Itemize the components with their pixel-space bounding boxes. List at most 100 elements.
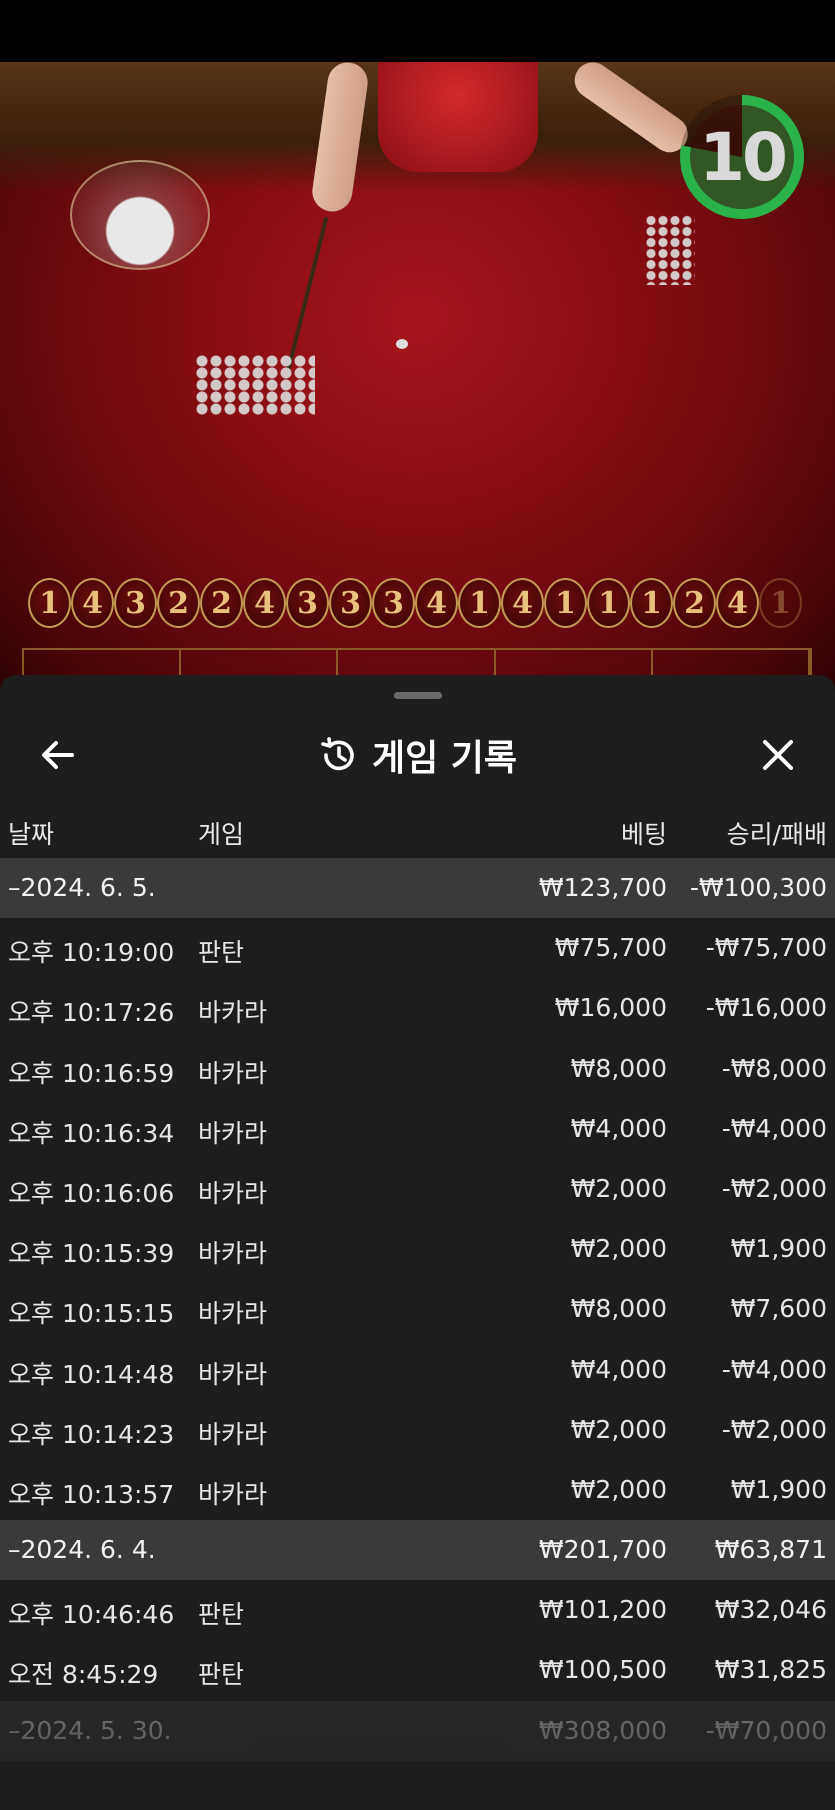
column-date: 날짜 — [8, 820, 55, 849]
history-row: 오후 10:46:46 판탄 ₩101,200 ₩32,046 — [0, 1580, 835, 1640]
row-bet: ₩2,000 — [570, 1234, 667, 1264]
dealer — [378, 62, 538, 172]
row-winloss: -₩2,000 — [721, 1414, 827, 1444]
row-bet: ₩4,000 — [570, 1113, 667, 1143]
row-bet: ₩8,000 — [570, 1294, 667, 1324]
sheet-title: 게임 기록 — [371, 738, 517, 779]
road-result: 2 — [200, 578, 243, 628]
history-row: 오후 10:14:48 바카라 ₩4,000 -₩4,000 — [0, 1340, 835, 1400]
row-winloss: ₩1,900 — [730, 1234, 827, 1264]
bead-pile — [195, 355, 315, 415]
results-road: 143224333414111241 — [28, 578, 802, 628]
row-winloss: -₩2,000 — [721, 1173, 827, 1203]
history-row: 오후 10:15:15 바카라 ₩8,000 ₩7,600 — [0, 1279, 835, 1339]
bead — [396, 339, 408, 349]
road-result: 3 — [114, 578, 157, 628]
row-winloss: ₩1,900 — [730, 1474, 827, 1504]
column-winloss: 승리/패배 — [726, 820, 827, 849]
row-winloss: -₩4,000 — [721, 1113, 827, 1143]
row-game: 바카라 — [198, 1479, 268, 1509]
close-button[interactable] — [756, 733, 800, 777]
row-time: –2024. 6. 4. — [8, 1535, 156, 1565]
row-game: 바카라 — [198, 1299, 268, 1329]
date-group-row[interactable]: –2024. 5. 30. ₩308,000 -₩70,000 — [0, 1700, 835, 1761]
row-winloss: ₩31,825 — [714, 1655, 827, 1685]
date-group-row[interactable]: –2024. 6. 4. ₩201,700 ₩63,871 — [0, 1520, 835, 1581]
row-time: 오후 10:16:06 — [8, 1178, 175, 1208]
row-time: –2024. 6. 5. — [8, 873, 156, 902]
row-bet: ₩4,000 — [570, 1354, 667, 1384]
row-game: 바카라 — [198, 1419, 268, 1449]
history-row: 오후 10:15:39 바카라 ₩2,000 ₩1,900 — [0, 1219, 835, 1279]
live-game-video: 10 143224333414111241 — [0, 0, 835, 700]
row-game: 바카라 — [198, 998, 268, 1028]
history-row: 오후 10:16:34 바카라 ₩4,000 -₩4,000 — [0, 1099, 835, 1159]
row-winloss: -₩4,000 — [721, 1354, 827, 1384]
row-time: 오후 10:16:34 — [8, 1118, 175, 1148]
row-bet: ₩100,500 — [538, 1655, 667, 1685]
row-time: 오후 10:19:00 — [8, 938, 175, 968]
row-game: 바카라 — [198, 1118, 268, 1148]
history-icon — [321, 737, 354, 771]
road-result: 4 — [243, 578, 286, 628]
row-winloss: ₩63,871 — [714, 1535, 827, 1565]
sheet-drag-handle[interactable] — [394, 692, 442, 699]
row-time: 오후 10:14:48 — [8, 1359, 175, 1389]
history-row: 오후 10:16:59 바카라 ₩8,000 -₩8,000 — [0, 1039, 835, 1099]
row-bet: ₩308,000 — [538, 1715, 667, 1745]
date-group-row[interactable]: –2024. 6. 5. ₩123,700 -₩100,300 — [0, 858, 835, 919]
row-game: 바카라 — [198, 1239, 268, 1269]
history-row: 오후 10:14:23 바카라 ₩2,000 -₩2,000 — [0, 1400, 835, 1460]
column-bet: 베팅 — [620, 820, 667, 849]
row-game: 바카라 — [198, 1178, 268, 1208]
row-game: 판탄 — [198, 1660, 245, 1690]
road-result: 4 — [501, 578, 544, 628]
row-bet: ₩8,000 — [570, 1053, 667, 1083]
road-result: 2 — [157, 578, 200, 628]
road-result: 1 — [759, 578, 802, 628]
close-icon — [763, 740, 793, 770]
row-game: 판탄 — [198, 1600, 245, 1630]
row-bet: ₩16,000 — [554, 993, 667, 1023]
row-winloss: -₩70,000 — [705, 1715, 827, 1745]
row-time: 오전 8:45:29 — [8, 1660, 159, 1690]
row-winloss: -₩100,300 — [689, 873, 827, 902]
road-result: 1 — [28, 578, 71, 628]
road-result: 1 — [458, 578, 501, 628]
road-result: 1 — [544, 578, 587, 628]
sheet-header: 게임 기록 — [0, 715, 835, 815]
road-result: 1 — [587, 578, 630, 628]
row-time: 오후 10:17:26 — [8, 998, 175, 1028]
road-result: 4 — [71, 578, 114, 628]
row-time: 오후 10:16:59 — [8, 1058, 175, 1088]
row-winloss: ₩32,046 — [714, 1595, 827, 1625]
row-bet: ₩123,700 — [538, 873, 667, 902]
bead-bowl — [70, 160, 210, 270]
road-result: 2 — [673, 578, 716, 628]
road-result: 3 — [329, 578, 372, 628]
road-result: 3 — [286, 578, 329, 628]
history-row: 오전 8:45:29 판탄 ₩100,500 ₩31,825 — [0, 1640, 835, 1700]
row-bet: ₩101,200 — [538, 1595, 667, 1625]
counted-beads — [645, 215, 695, 285]
row-game: 바카라 — [198, 1359, 268, 1389]
row-time: 오후 10:15:39 — [8, 1239, 175, 1269]
row-time: –2024. 5. 30. — [8, 1715, 172, 1745]
history-row: 오후 10:16:06 바카라 ₩2,000 -₩2,000 — [0, 1159, 835, 1219]
row-winloss: -₩75,700 — [705, 933, 827, 963]
road-result: 3 — [372, 578, 415, 628]
history-list[interactable]: –2024. 6. 5. ₩123,700 -₩100,300 오후 10:19:00… — [0, 858, 835, 1761]
road-result: 4 — [415, 578, 458, 628]
row-time: 오후 10:14:23 — [8, 1419, 175, 1449]
row-time: 오후 10:15:15 — [8, 1299, 175, 1329]
history-row: 오후 10:17:26 바카라 ₩16,000 -₩16,000 — [0, 978, 835, 1038]
history-row: 오후 10:13:57 바카라 ₩2,000 ₩1,900 — [0, 1460, 835, 1520]
row-game: 판탄 — [198, 938, 245, 968]
history-row: 오후 10:19:00 판탄 ₩75,700 -₩75,700 — [0, 918, 835, 978]
column-game: 게임 — [198, 820, 245, 849]
row-winloss: -₩8,000 — [721, 1053, 827, 1083]
row-time: 오후 10:13:57 — [8, 1479, 175, 1509]
row-winloss: ₩7,600 — [730, 1294, 827, 1324]
row-bet: ₩201,700 — [538, 1535, 667, 1565]
row-winloss: -₩16,000 — [705, 993, 827, 1023]
